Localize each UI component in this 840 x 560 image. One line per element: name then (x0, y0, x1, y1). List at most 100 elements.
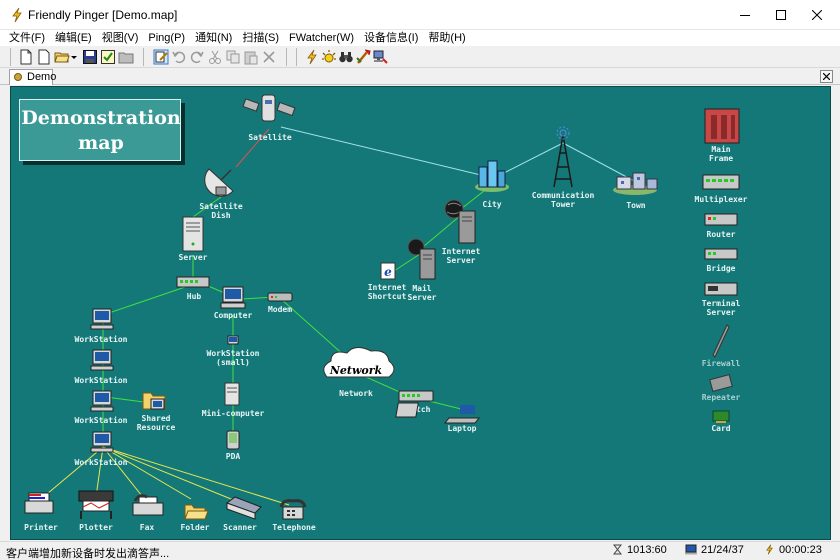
workstation-icon[interactable] (90, 431, 114, 453)
open-folder-icon[interactable] (54, 49, 70, 65)
paste-icon[interactable] (243, 49, 259, 65)
node-label: Internet (442, 247, 481, 256)
menu-edit[interactable]: 编辑(E) (50, 30, 97, 46)
satellite-dish-icon[interactable] (204, 168, 234, 197)
node-label: Server (179, 253, 208, 262)
laptop-icon[interactable] (395, 402, 481, 424)
menu-bar: 文件(F) 编辑(E) 视图(V) Ping(P) 通知(N) 扫描(S) FW… (0, 30, 840, 46)
satellite-icon[interactable] (242, 94, 296, 122)
network-card-icon[interactable] (712, 410, 730, 423)
folder-device-icon[interactable] (184, 504, 209, 520)
map-status-dot-icon (14, 73, 22, 81)
status-elapsed: 00:00:23 (764, 544, 822, 559)
traceroute-icon[interactable] (355, 49, 371, 65)
plotter-icon[interactable] (78, 490, 114, 519)
node-label: Server (408, 293, 437, 302)
alarm-icon[interactable] (321, 49, 337, 65)
folder-icon[interactable] (118, 49, 134, 65)
minimize-icon (740, 15, 750, 16)
node-label: Satellite (248, 132, 292, 142)
node-label: Resource (137, 423, 176, 432)
node-label: PDA (226, 452, 241, 461)
delete-icon[interactable] (261, 49, 277, 65)
new-blank-icon[interactable] (36, 49, 52, 65)
terminal-server-icon[interactable] (704, 282, 738, 296)
close-button[interactable] (794, 0, 840, 30)
node-label: Scanner (223, 523, 257, 532)
city-icon[interactable] (475, 160, 509, 192)
save-icon[interactable] (82, 49, 98, 65)
map-title: Demonstration map (20, 106, 182, 156)
undo-icon[interactable] (171, 49, 187, 65)
node-label: Town (626, 201, 645, 210)
firewall-icon[interactable] (712, 324, 730, 358)
node-label: Router (707, 230, 736, 239)
workstation-icon[interactable] (90, 390, 114, 412)
computer-icon[interactable] (220, 286, 246, 309)
edit-mode-icon[interactable] (153, 49, 169, 65)
cut-icon[interactable] (207, 49, 223, 65)
copy-icon[interactable] (225, 49, 241, 65)
binoculars-icon[interactable] (338, 49, 354, 65)
redo-icon[interactable] (189, 49, 205, 65)
hub-icon[interactable] (176, 276, 210, 288)
close-tab-button[interactable] (820, 70, 833, 83)
toolbar-separator (10, 48, 11, 66)
small-workstation-icon[interactable] (227, 335, 239, 345)
window-title: Friendly Pinger [Demo.map] (28, 8, 178, 22)
cloud-label: Network (329, 364, 383, 377)
workstation-icon[interactable] (90, 308, 114, 330)
menu-fwatcher[interactable]: FWatcher(W) (284, 30, 359, 46)
node-label: Tower (551, 200, 575, 209)
scanner-icon[interactable] (225, 496, 262, 520)
node-label: City (482, 199, 501, 209)
mini-computer-icon[interactable] (224, 382, 240, 406)
router-icon[interactable] (704, 213, 738, 226)
repeater-icon[interactable] (709, 374, 733, 392)
network-map[interactable]: Satellite City Communication Tower Town (10, 86, 831, 540)
menu-scan[interactable]: 扫描(S) (237, 30, 284, 46)
menu-view[interactable]: 视图(V) (97, 30, 144, 46)
title-bar: Friendly Pinger [Demo.map] (0, 0, 840, 30)
scan-icon[interactable] (372, 49, 388, 65)
status-message: 客户端增加新设备时发出滴答声... (6, 548, 170, 560)
telephone-icon[interactable] (279, 499, 307, 520)
node-label: Internet (368, 283, 407, 292)
communication-tower-icon[interactable] (553, 126, 573, 188)
new-icon[interactable] (18, 49, 34, 65)
lightning-app-icon (12, 7, 22, 23)
network-cloud-icon[interactable]: Network (323, 347, 395, 378)
node-label: Mini-computer (202, 408, 265, 418)
switch-icon[interactable] (398, 390, 434, 402)
menu-help[interactable]: 帮助(H) (423, 30, 470, 46)
menu-file[interactable]: 文件(F) (4, 30, 50, 46)
menu-notify[interactable]: 通知(N) (190, 30, 237, 46)
ping-lightning-icon[interactable] (304, 49, 320, 65)
properties-icon[interactable] (100, 49, 116, 65)
node-label: Card (711, 424, 730, 433)
town-icon[interactable] (613, 172, 658, 195)
main-frame-icon[interactable] (704, 108, 740, 144)
tab-demo[interactable]: Demo (9, 69, 56, 85)
shared-resource-icon[interactable] (142, 392, 166, 410)
dropdown-arrow-icon[interactable] (70, 49, 78, 65)
modem-icon[interactable] (267, 292, 293, 302)
server-icon[interactable] (182, 216, 204, 252)
node-label: Shortcut (368, 292, 407, 301)
internet-server-icon[interactable] (444, 199, 476, 244)
node-label: Mail (412, 283, 431, 293)
node-label: WorkStation (75, 415, 128, 425)
node-label: WorkStation (207, 348, 260, 358)
menu-device-info[interactable]: 设备信息(I) (359, 30, 423, 46)
pda-icon[interactable] (226, 430, 240, 450)
status-hosts: 21/24/37 (685, 544, 744, 559)
node-label: Repeater (702, 393, 741, 402)
multiplexer-icon[interactable] (702, 174, 740, 190)
bridge-icon[interactable] (704, 248, 738, 260)
hourglass-icon (612, 544, 623, 555)
internet-shortcut-icon[interactable]: e (380, 262, 396, 280)
fax-icon[interactable] (132, 494, 164, 516)
workstation-icon[interactable] (90, 349, 114, 371)
menu-ping[interactable]: Ping(P) (143, 30, 190, 46)
printer-icon[interactable] (24, 492, 54, 514)
